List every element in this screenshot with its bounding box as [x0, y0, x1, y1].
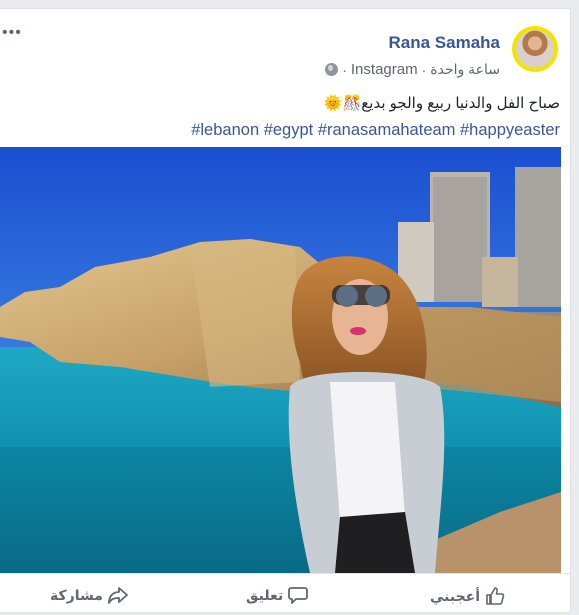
action-bar: مشاركة تعليق أعجبني	[0, 573, 571, 615]
thumbs-up-icon	[486, 587, 505, 605]
comment-icon	[288, 587, 309, 604]
share-button[interactable]: مشاركة	[50, 586, 128, 604]
avatar-photo	[516, 30, 554, 68]
share-arrow-icon	[107, 587, 128, 604]
more-options-icon[interactable]: •••	[2, 25, 22, 41]
post-card: ••• Rana Samaha · Instagram · ساعة واحدة…	[0, 8, 571, 613]
author-name[interactable]: Rana Samaha	[389, 33, 501, 53]
like-button[interactable]: أعجبني	[430, 586, 505, 606]
avatar[interactable]	[512, 26, 558, 72]
post-text: صباح الفل والدنيا ربيع والجو بديع🎊🌞	[324, 94, 560, 112]
comment-button[interactable]: تعليق	[246, 586, 309, 604]
post-meta: · Instagram · ساعة واحدة	[325, 61, 500, 78]
post-source[interactable]: Instagram	[351, 61, 418, 78]
meta-separator: ·	[342, 61, 347, 78]
comment-label: تعليق	[246, 586, 284, 603]
globe-icon[interactable]	[325, 63, 339, 76]
meta-separator-2: ·	[421, 61, 427, 78]
share-label: مشاركة	[50, 586, 103, 603]
post-hashtags[interactable]: #lebanon #egypt #ranasamahateam #happyea…	[191, 121, 560, 140]
post-message: صباح الفل والدنيا ربيع والجو بديع	[361, 95, 560, 112]
like-label: أعجبني	[430, 587, 481, 604]
emoji-icon: 🎊🌞	[323, 95, 362, 112]
post-photo[interactable]	[0, 147, 561, 573]
post-time[interactable]: ساعة واحدة	[430, 61, 500, 78]
